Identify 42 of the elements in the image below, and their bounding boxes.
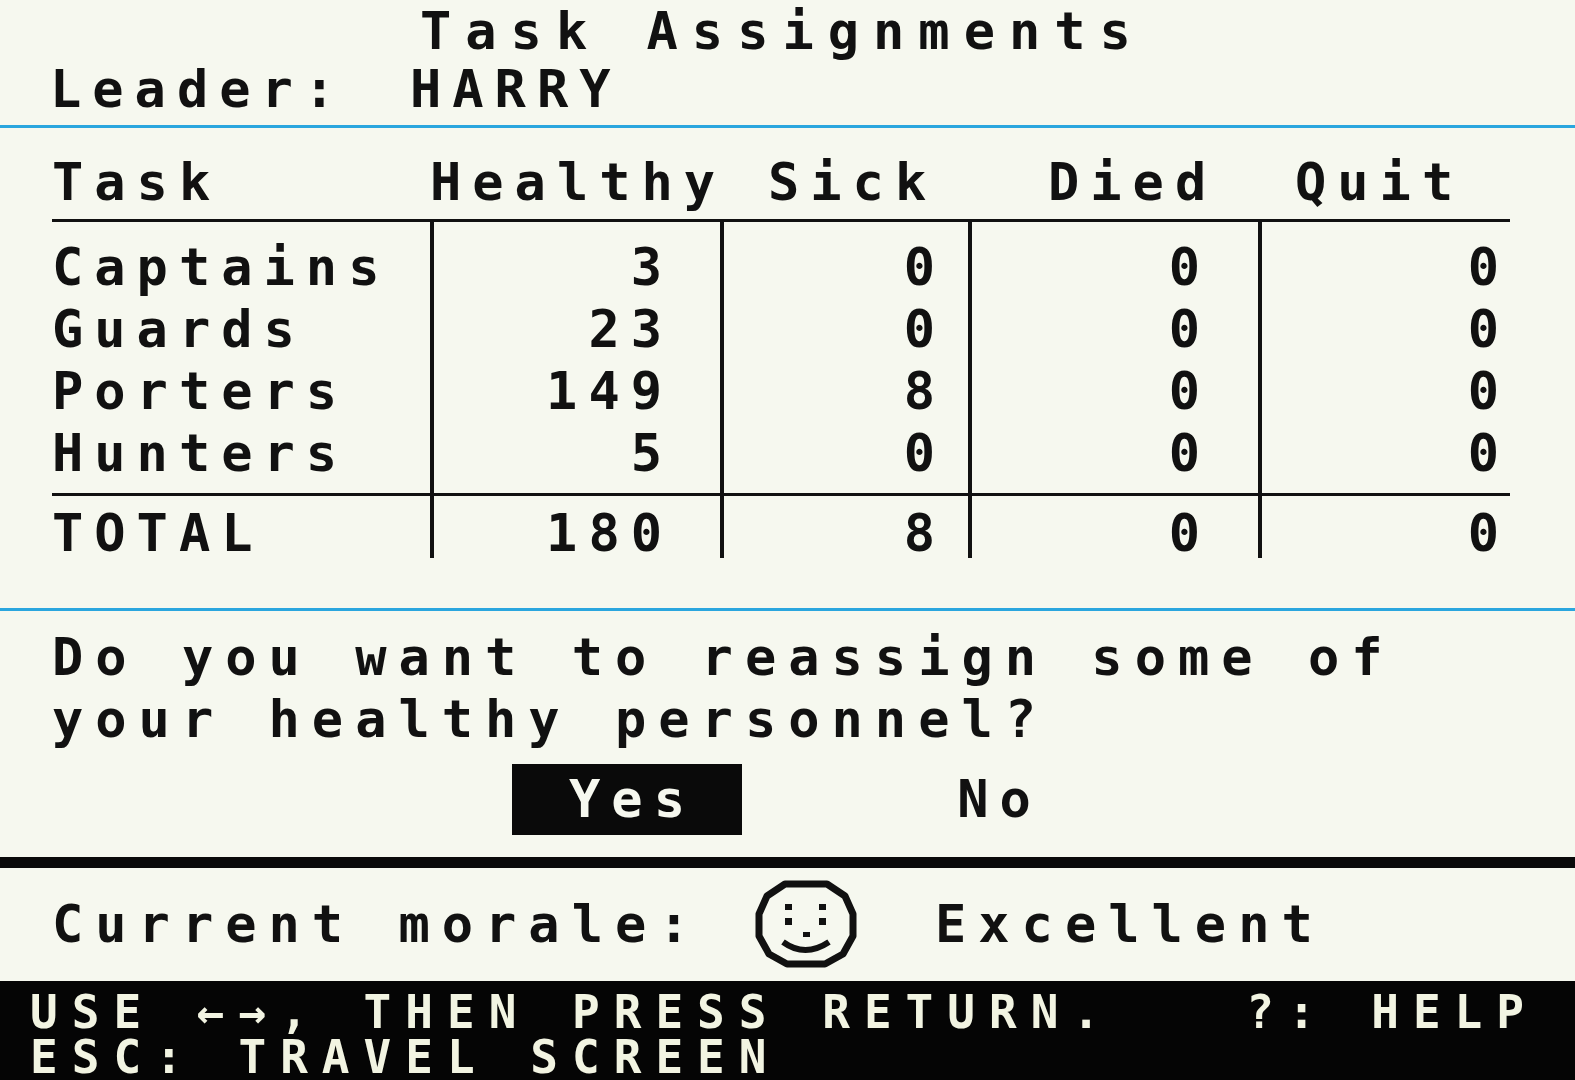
column-header: Died [1048, 152, 1218, 212]
total-label: TOTAL [52, 508, 264, 558]
reassign-question: Do you want to reassign some of your healthy personnel? [52, 626, 1396, 750]
leader-label: Leader: [50, 60, 348, 118]
column-header: Task [52, 152, 222, 212]
smiling-face-icon [755, 880, 857, 969]
count-value: 0 [903, 422, 946, 484]
count-value: 0 [1467, 298, 1510, 360]
count-value: 0 [1168, 422, 1211, 484]
screen-title: Task Assignments [420, 2, 1145, 60]
count-value: 0 [1467, 508, 1510, 558]
column-header: Sick [768, 152, 938, 212]
column-header: Quit [1295, 152, 1465, 212]
selected-option-button[interactable]: Yes [512, 764, 742, 835]
count-value: 23 [588, 298, 673, 360]
task-label: Guards [52, 298, 306, 360]
morale-value: Excellent [935, 893, 1325, 957]
count-value: 8 [903, 360, 946, 422]
help-hint: ?: HELP [1246, 990, 1538, 1035]
count-value: 180 [546, 508, 673, 558]
count-value: 8 [903, 508, 946, 558]
count-value: 0 [1467, 236, 1510, 298]
count-value: 0 [903, 236, 946, 298]
count-value: 149 [546, 360, 673, 422]
count-value: 0 [1168, 298, 1211, 360]
count-value: 5 [630, 422, 673, 484]
count-value: 0 [1467, 360, 1510, 422]
instruction-text: USE ←→, THEN PRESS RETURN. [30, 990, 1115, 1035]
task-label: Porters [52, 360, 349, 422]
escape-hint: ESC: TRAVEL SCREEN [30, 1035, 781, 1080]
count-value: 0 [1168, 236, 1211, 298]
morale-label: Current morale: [52, 893, 703, 957]
task-label: Captains [52, 236, 391, 298]
count-value: 0 [903, 298, 946, 360]
count-value: 0 [1467, 422, 1510, 484]
count-value: 0 [1168, 360, 1211, 422]
count-value: 3 [630, 236, 673, 298]
column-header: Healthy [430, 152, 727, 212]
count-value: 0 [1168, 508, 1211, 558]
task-label: Hunters [52, 422, 349, 484]
option-button[interactable]: No [879, 764, 1109, 835]
leader-name: HARRY [410, 60, 622, 118]
